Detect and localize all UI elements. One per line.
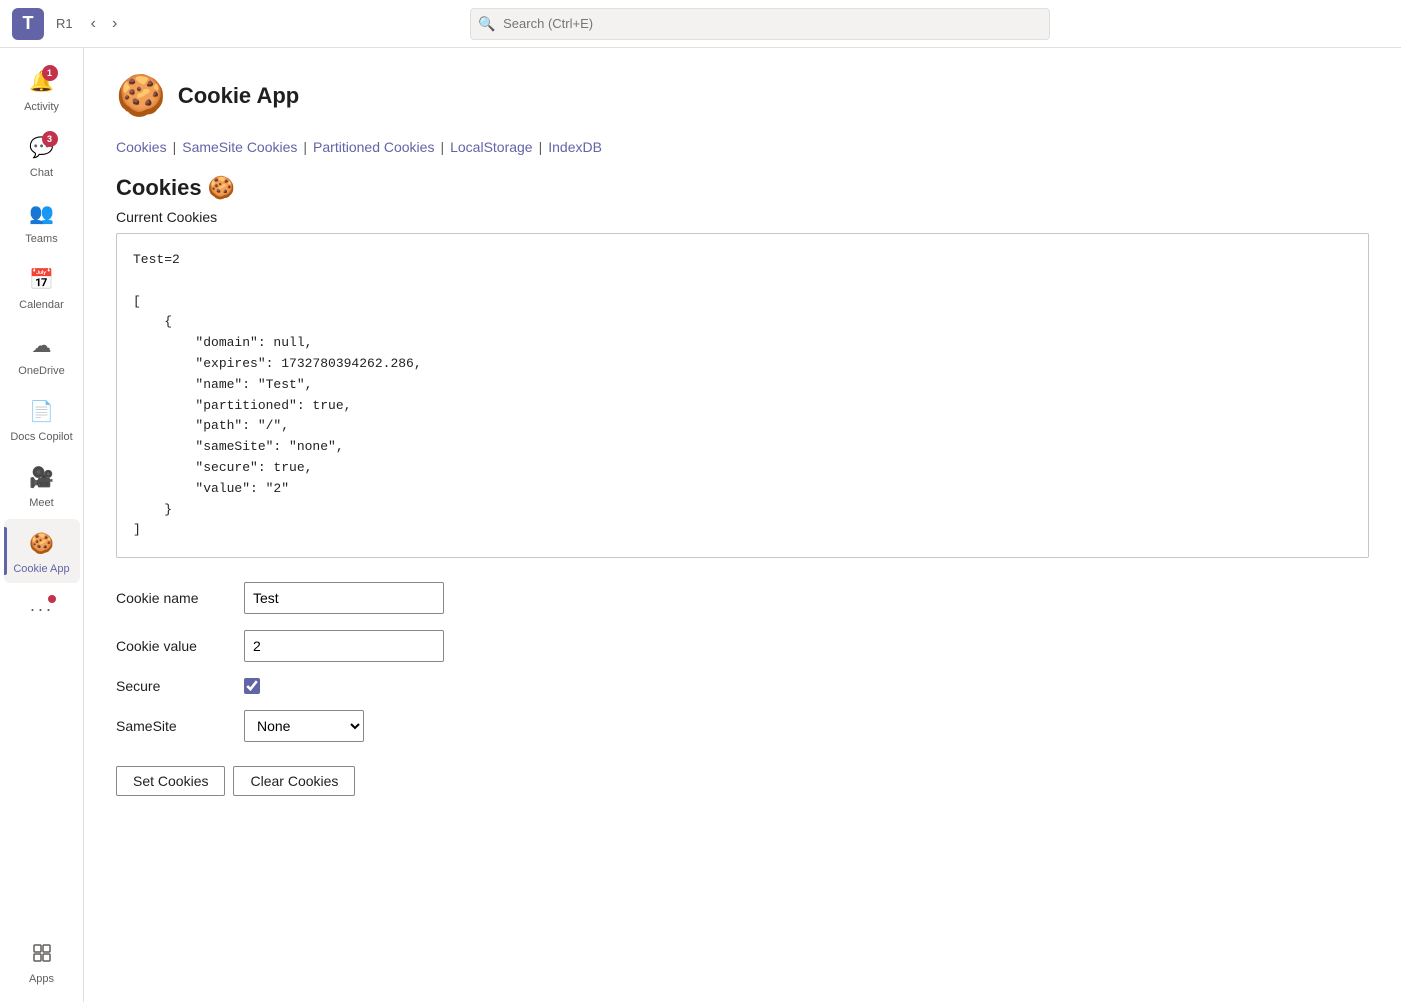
cookie-name-input[interactable] [244,582,444,614]
main-content: 🍪 Cookie App Cookies | SameSite Cookies … [84,48,1401,1002]
sidebar-item-activity[interactable]: 🔔 1 Activity [4,57,80,121]
sidebar-label-apps: Apps [29,973,54,985]
sidebar-item-more[interactable]: ··· [4,585,80,633]
more-badge-dot [48,595,56,603]
sidebar-label-cookie-app: Cookie App [13,563,69,575]
nav-link-samesite-cookies[interactable]: SameSite Cookies [182,139,297,155]
cookie-name-row: Cookie name [116,582,1369,614]
docs-copilot-icon: 📄 [26,395,58,427]
nav-links: Cookies | SameSite Cookies | Partitioned… [116,139,1369,155]
current-cookies-label: Current Cookies [116,209,1369,225]
chat-badge: 3 [42,131,58,147]
teams-logo: T [12,8,44,40]
sidebar-item-onedrive[interactable]: ☁ OneDrive [4,321,80,385]
instance-label: R1 [56,16,73,31]
nav-sep-2: | [303,139,307,155]
nav-link-localstorage[interactable]: LocalStorage [450,139,533,155]
sidebar-label-calendar: Calendar [19,299,64,311]
cookie-app-icon: 🍪 [26,527,58,559]
nav-link-partitioned-cookies[interactable]: Partitioned Cookies [313,139,434,155]
back-button[interactable]: ‹ [85,11,102,37]
samesite-label: SameSite [116,718,236,734]
search-icon: 🔍 [478,15,495,32]
cookie-name-label: Cookie name [116,590,236,606]
sidebar-item-teams[interactable]: 👥 Teams [4,189,80,253]
sidebar-item-cookie-app[interactable]: 🍪 Cookie App [4,519,80,583]
cookie-value-row: Cookie value [116,630,1369,662]
sidebar-item-apps[interactable]: Apps [4,929,80,993]
app-header-title: Cookie App [178,83,299,109]
calendar-icon: 📅 [26,263,58,295]
cookie-display-box: Test=2 [ { "domain": null, "expires": 17… [116,233,1369,558]
more-icon: ··· [26,593,58,625]
sidebar-label-teams: Teams [25,233,57,245]
forward-button[interactable]: › [106,11,123,37]
activity-icon: 🔔 1 [26,65,58,97]
samesite-select[interactable]: None Lax Strict [244,710,364,742]
sidebar-item-docs-copilot[interactable]: 📄 Docs Copilot [4,387,80,451]
sidebar-label-activity: Activity [24,101,59,113]
sidebar-label-docs-copilot: Docs Copilot [10,431,72,443]
sidebar-label-onedrive: OneDrive [18,365,64,377]
search-input[interactable] [470,8,1050,40]
samesite-row: SameSite None Lax Strict [116,710,1369,742]
sidebar-item-chat[interactable]: 💬 3 Chat [4,123,80,187]
button-row: Set Cookies Clear Cookies [116,766,1369,796]
cookie-value-label: Cookie value [116,638,236,654]
activity-badge: 1 [42,65,58,81]
sidebar-label-meet: Meet [29,497,53,509]
section-heading: Cookies 🍪 [116,175,1369,201]
teams-icon: 👥 [26,197,58,229]
secure-row: Secure [116,678,1369,694]
secure-label: Secure [116,678,236,694]
secure-checkbox[interactable] [244,678,260,694]
apps-icon [26,937,58,969]
search-container: 🔍 [470,8,1050,40]
sidebar: 🔔 1 Activity 💬 3 Chat 👥 Teams 📅 Calendar… [0,48,84,1002]
nav-link-cookies[interactable]: Cookies [116,139,167,155]
sidebar-label-chat: Chat [30,167,53,179]
onedrive-icon: ☁ [26,329,58,361]
sidebar-item-calendar[interactable]: 📅 Calendar [4,255,80,319]
main-layout: 🔔 1 Activity 💬 3 Chat 👥 Teams 📅 Calendar… [0,48,1401,1002]
cookie-value-input[interactable] [244,630,444,662]
nav-buttons: ‹ › [85,11,124,37]
nav-link-indexdb[interactable]: IndexDB [548,139,602,155]
nav-sep-4: | [539,139,543,155]
set-cookies-button[interactable]: Set Cookies [116,766,225,796]
topbar: T R1 ‹ › 🔍 [0,0,1401,48]
chat-icon: 💬 3 [26,131,58,163]
clear-cookies-button[interactable]: Clear Cookies [233,766,355,796]
app-header-icon: 🍪 [116,72,166,119]
nav-sep-1: | [173,139,177,155]
meet-icon: 🎥 [26,461,58,493]
sidebar-item-meet[interactable]: 🎥 Meet [4,453,80,517]
nav-sep-3: | [440,139,444,155]
app-header: 🍪 Cookie App [116,72,1369,119]
